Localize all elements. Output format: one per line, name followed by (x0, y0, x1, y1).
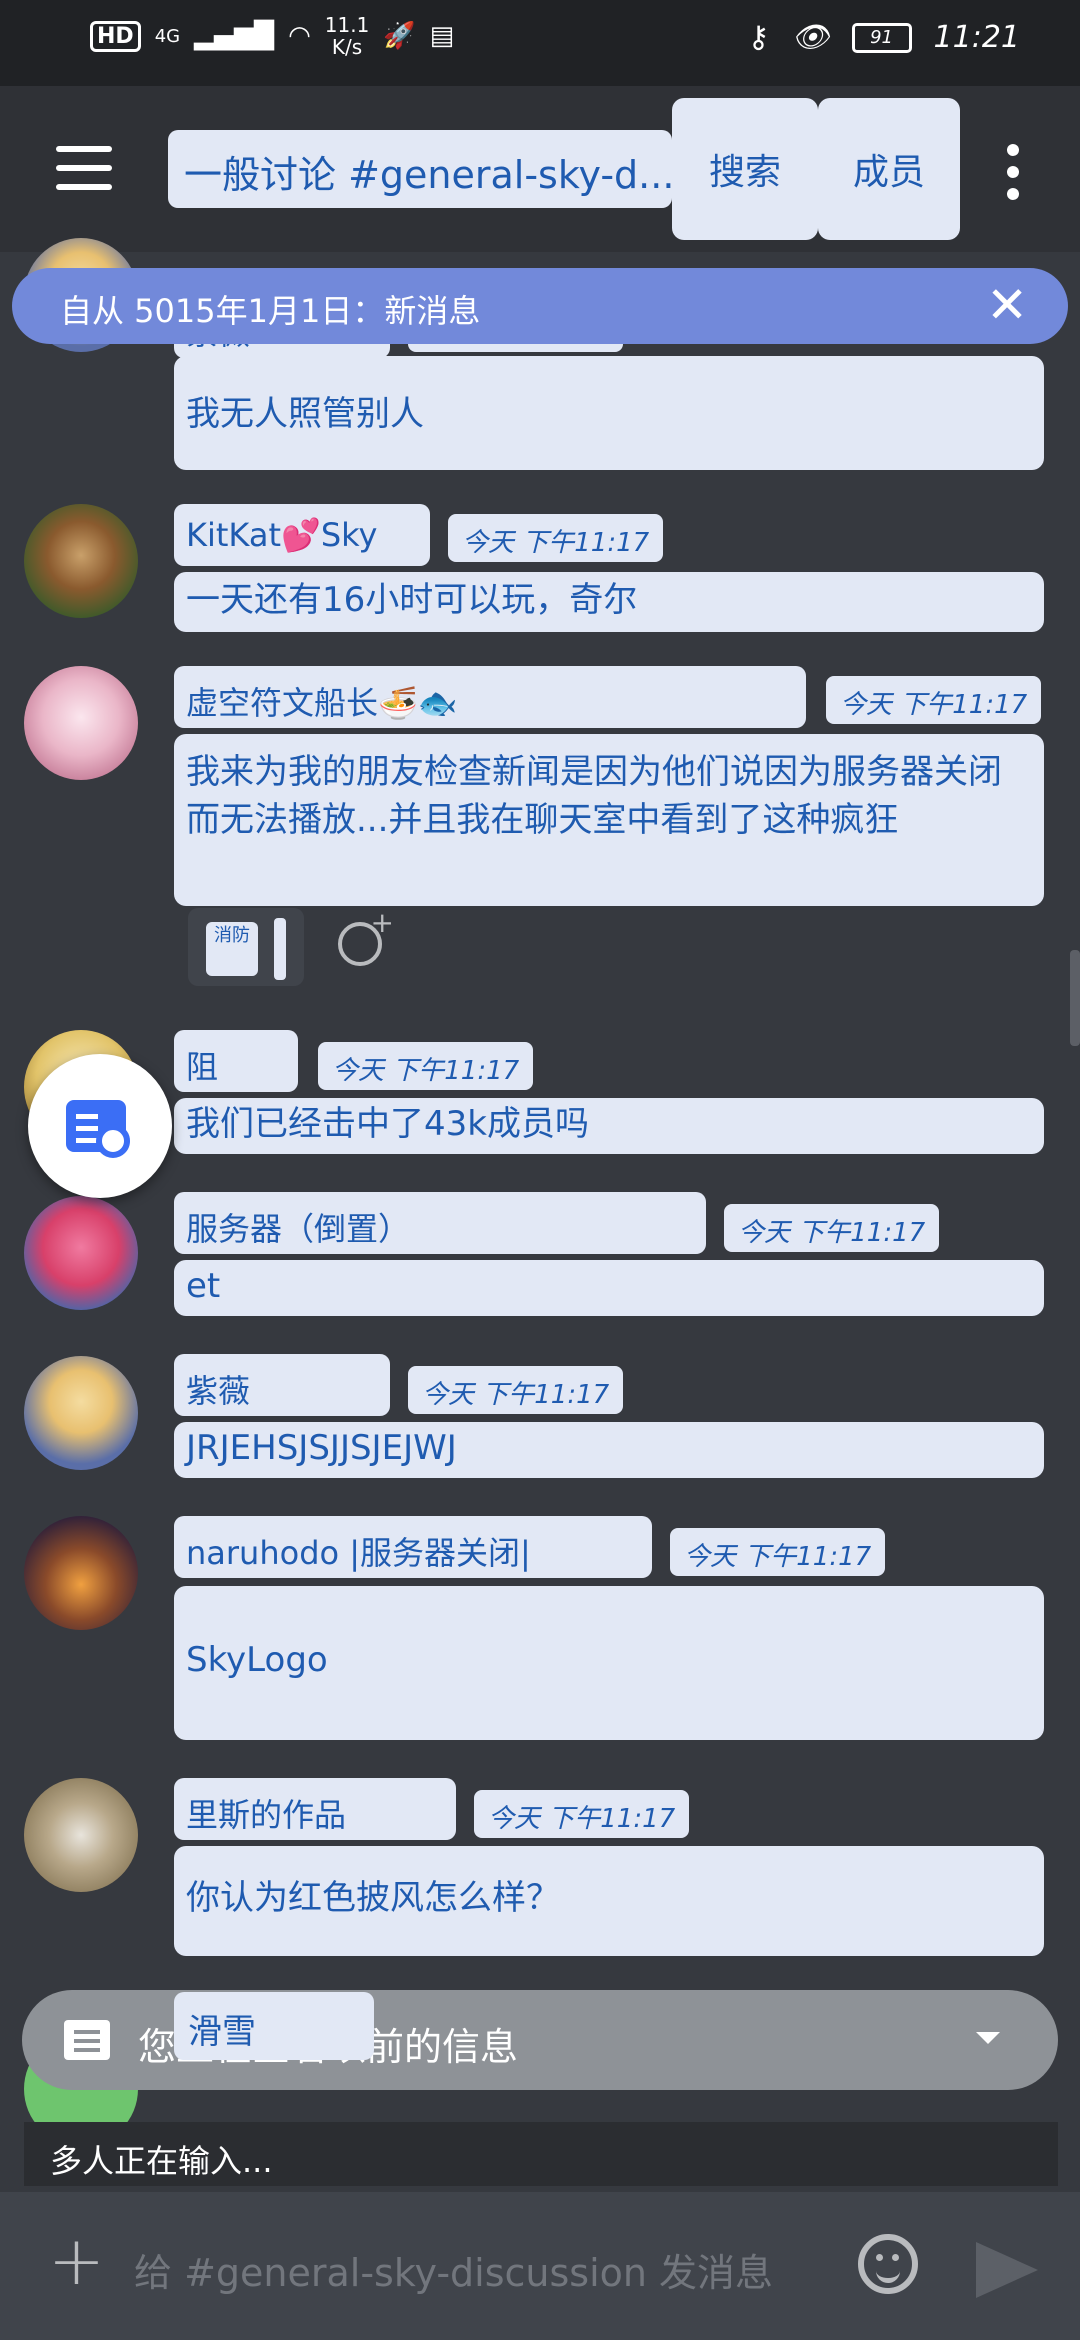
message-author[interactable]: 紫薇 (174, 1354, 390, 1416)
emoji-icon[interactable] (858, 2234, 918, 2294)
clock: 11:21 (933, 20, 1020, 55)
message-author[interactable]: KitKat💕Sky (174, 504, 430, 566)
message-time: 今天 下午11:17 (724, 1204, 940, 1252)
message-text: 一天还有16小时可以玩，奇尔 (174, 572, 1044, 632)
message-composer: + 给 #general-sky-discussion 发消息 (0, 2192, 1080, 2340)
add-reaction-icon[interactable] (338, 906, 394, 966)
message-time: 今天 下午11:17 (408, 1366, 624, 1414)
network-speed-unit: K/s (331, 35, 363, 59)
message-author[interactable]: 虚空符文船长🍜🐟 (174, 666, 806, 728)
message-time: 今天 下午11:17 (318, 1042, 534, 1090)
network-speed-value: 11.1 (324, 13, 370, 37)
typing-indicator: 多人正在输入... (24, 2122, 1058, 2186)
notification-icon: ▤ (429, 21, 455, 51)
key-icon: ⚷ (747, 20, 770, 55)
avatar[interactable] (24, 1516, 138, 1630)
channel-title[interactable]: 一般讨论 #general-sky-d... (168, 130, 672, 208)
avatar[interactable] (24, 666, 138, 780)
reaction-count (274, 918, 286, 980)
message-text: 我们已经击中了43k成员吗 (174, 1098, 1044, 1154)
eye-icon: 👁 (791, 20, 830, 55)
message-time: 今天 下午11:17 (826, 676, 1042, 724)
signal-icon: ▂▄▆█ (194, 21, 275, 51)
message-text: JRJEHSJSJJSJEJWJ (174, 1422, 1044, 1478)
menu-icon[interactable] (56, 146, 112, 190)
message-author[interactable]: 服务器（倒置） (174, 1192, 706, 1254)
message-input[interactable]: 给 #general-sky-discussion 发消息 (134, 2242, 773, 2297)
members-button[interactable]: 成员 (818, 98, 960, 240)
message-time: 今天 下午11:17 (474, 1790, 690, 1838)
rocket-icon: 🚀 (383, 21, 416, 51)
close-icon[interactable]: ✕ (986, 278, 1028, 332)
scrollbar[interactable] (1070, 950, 1080, 1046)
wifi-icon: ◠ (288, 21, 311, 51)
add-attachment-icon[interactable]: + (48, 2228, 105, 2296)
new-messages-banner[interactable]: 自从 5015年1月1日：新消息 ✕ (12, 268, 1068, 344)
battery-icon: 91 (851, 22, 912, 53)
chevron-down-icon[interactable] (976, 2032, 1000, 2044)
message-list: 紫薇 今天 下午11:17 我无人照管别人 KitKat💕Sky 今天 下午11… (0, 238, 1080, 2192)
send-icon[interactable] (976, 2242, 1038, 2298)
message-author[interactable]: naruhodo |服务器关闭| (174, 1516, 652, 1578)
message-time: 今天 下午11:17 (448, 514, 664, 562)
message-text: et (174, 1260, 1044, 1316)
message-author[interactable]: 滑雪 (174, 1992, 374, 2060)
message-text: SkyLogo (174, 1586, 1044, 1740)
avatar[interactable] (24, 1356, 138, 1470)
message-author[interactable]: 里斯的作品 (174, 1778, 456, 1840)
avatar[interactable] (24, 504, 138, 618)
app-header: 一般讨论 #general-sky-d... 搜索 成员 (0, 86, 1080, 252)
reaction-label: 消防 (206, 922, 258, 976)
avatar[interactable] (24, 1196, 138, 1310)
new-messages-text: 自从 5015年1月1日：新消息 (60, 292, 481, 330)
magnifier-icon (96, 1124, 130, 1158)
avatar[interactable] (24, 1778, 138, 1892)
reaction-chip[interactable]: 消防 (188, 908, 304, 986)
message-text: 你认为红色披风怎么样？ (174, 1846, 1044, 1956)
message-text: 我来为我的朋友检查新闻是因为他们说因为服务器关闭而无法播放...并且我在聊天室中… (174, 734, 1044, 906)
status-bar: HD 4G ▂▄▆█ ◠ 11.1 K/s 🚀 ▤ ⚷ 👁 91 11:21 (0, 0, 1080, 86)
message-time: 今天 下午11:17 (670, 1528, 886, 1576)
hd-indicator: HD (90, 20, 141, 52)
message-text: 我无人照管别人 (174, 356, 1044, 470)
network-indicator: 4G (154, 25, 181, 47)
network-speed: 11.1 K/s (325, 14, 370, 58)
message-author[interactable]: 阻 (174, 1030, 298, 1092)
message-icon (64, 2020, 110, 2060)
more-options-icon[interactable] (1006, 144, 1020, 200)
search-document-fab[interactable] (28, 1054, 172, 1198)
search-button[interactable]: 搜索 (672, 98, 818, 240)
